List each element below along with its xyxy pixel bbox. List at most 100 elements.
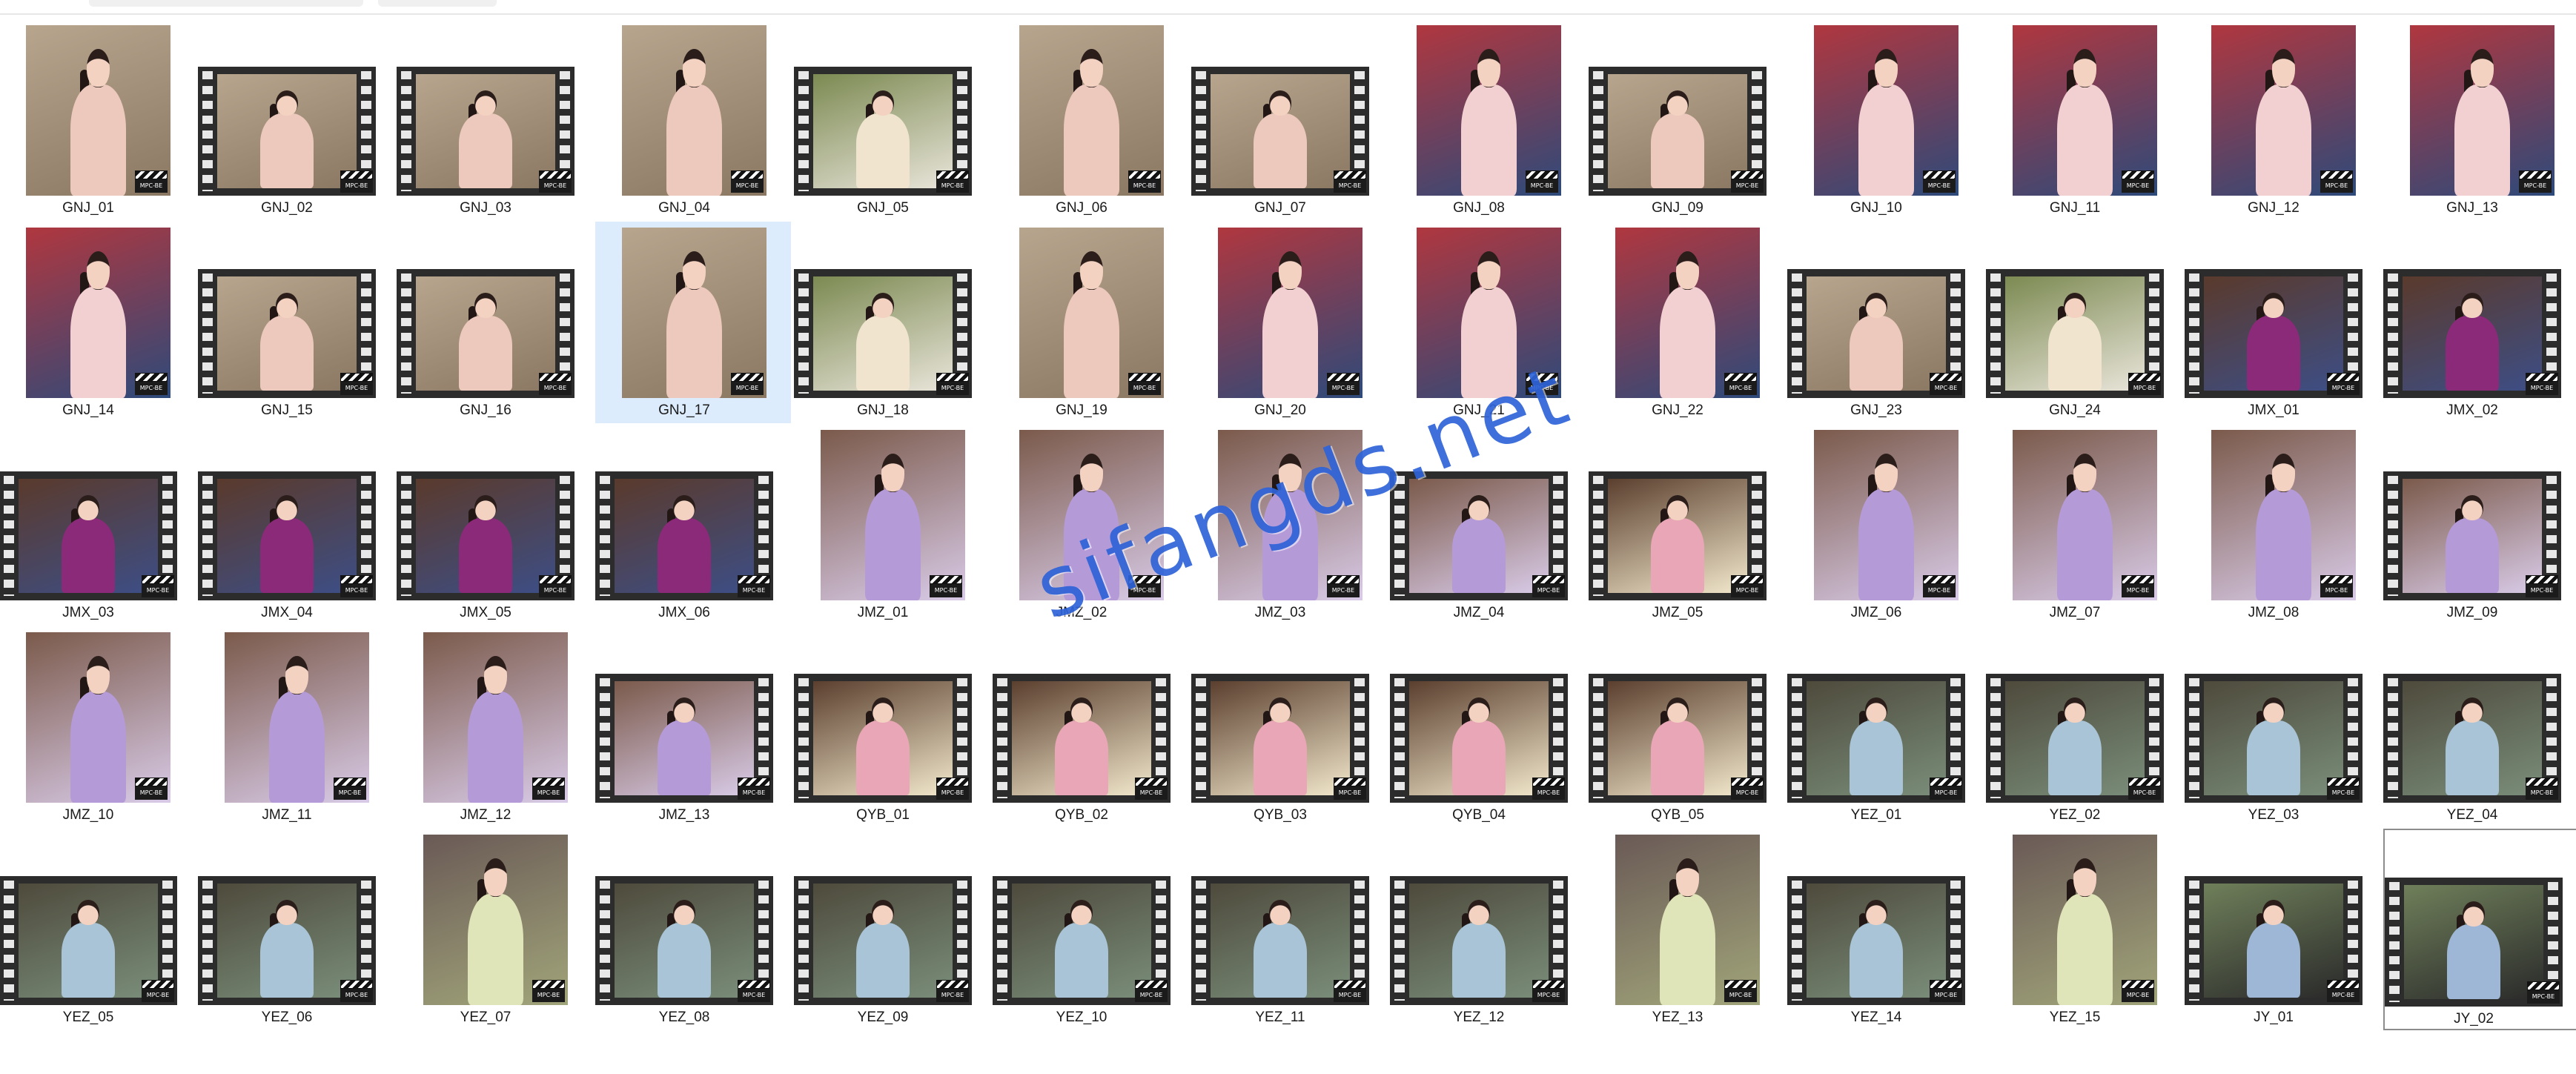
file-item[interactable]: MPC-BE GNJ_11: [1986, 19, 2182, 221]
file-item[interactable]: MPC-BE YEZ_05: [0, 829, 195, 1030]
file-item[interactable]: MPC-BE GNJ_07: [1191, 19, 1387, 221]
file-item[interactable]: MPC-BE GNJ_14: [0, 222, 195, 423]
file-name-label: GNJ_05: [857, 200, 909, 216]
clapper-stripes: [2122, 980, 2154, 989]
file-item[interactable]: MPC-BE GNJ_02: [198, 19, 394, 221]
file-item[interactable]: MPC-BE GNJ_15: [198, 222, 394, 423]
file-item[interactable]: MPC-BE QYB_03: [1191, 626, 1387, 828]
file-item[interactable]: MPC-BE YEZ_10: [993, 829, 1188, 1030]
file-item[interactable]: MPC-BE JMZ_08: [2185, 424, 2380, 626]
file-item[interactable]: MPC-BE JMZ_09: [2383, 424, 2576, 626]
file-item[interactable]: MPC-BE JMX_04: [198, 424, 394, 626]
person-figure: [2243, 899, 2305, 998]
clapperboard-icon: MPC-BE: [1724, 980, 1757, 1002]
file-item[interactable]: MPC-BE QYB_01: [794, 626, 990, 828]
file-item[interactable]: MPC-BE GNJ_08: [1390, 19, 1586, 221]
video-thumbnail-filmstrip: MPC-BE: [595, 674, 773, 803]
file-item[interactable]: MPC-BE JMZ_10: [0, 626, 195, 828]
file-item[interactable]: MPC-BE GNJ_01: [0, 19, 195, 221]
player-badge-text: MPC-BE: [1731, 179, 1764, 193]
file-item[interactable]: MPC-BE GNJ_24: [1986, 222, 2182, 423]
file-item[interactable]: MPC-BE GNJ_06: [993, 19, 1188, 221]
file-item[interactable]: MPC-BE JY_02: [2383, 829, 2576, 1030]
file-item[interactable]: MPC-BE GNJ_12: [2185, 19, 2380, 221]
clapperboard-icon: MPC-BE: [1327, 575, 1360, 597]
file-item[interactable]: MPC-BE GNJ_10: [1787, 19, 1983, 221]
player-badge-text: MPC-BE: [1135, 989, 1168, 1002]
file-item[interactable]: MPC-BE YEZ_09: [794, 829, 990, 1030]
file-item[interactable]: MPC-BE QYB_04: [1390, 626, 1586, 828]
toolbar-tab[interactable]: [89, 0, 363, 7]
player-badge-text: MPC-BE: [2519, 179, 2552, 193]
film-sprocket-holes: [798, 274, 809, 394]
file-item[interactable]: MPC-BE GNJ_16: [397, 222, 592, 423]
file-name-label: GNJ_16: [460, 402, 511, 418]
file-item[interactable]: MPC-BE JMZ_13: [595, 626, 791, 828]
file-item[interactable]: MPC-BE YEZ_04: [2383, 626, 2576, 828]
file-item[interactable]: MPC-BE JMX_02: [2383, 222, 2576, 423]
head-shape: [872, 697, 894, 723]
file-item[interactable]: MPC-BE JMZ_04: [1390, 424, 1586, 626]
file-item[interactable]: MPC-BE JY_01: [2185, 829, 2380, 1030]
thumbnail-frame: [2404, 885, 2543, 999]
file-item[interactable]: MPC-BE JMX_01: [2185, 222, 2380, 423]
file-item[interactable]: MPC-BE YEZ_13: [1589, 829, 1784, 1030]
file-item[interactable]: MPC-BE GNJ_22: [1589, 222, 1784, 423]
file-item[interactable]: MPC-BE JMZ_11: [198, 626, 394, 828]
file-item[interactable]: MPC-BE YEZ_06: [198, 829, 394, 1030]
file-item[interactable]: MPC-BE JMZ_03: [1191, 424, 1387, 626]
clapperboard-icon: MPC-BE: [2519, 170, 2552, 193]
file-item[interactable]: MPC-BE YEZ_07: [397, 829, 592, 1030]
head-shape: [2262, 899, 2285, 925]
head-shape: [1080, 251, 1103, 290]
person-figure: [1846, 697, 1907, 795]
file-item[interactable]: MPC-BE YEZ_15: [1986, 829, 2182, 1030]
file-item[interactable]: MPC-BE YEZ_02: [1986, 626, 2182, 828]
file-item[interactable]: MPC-BE YEZ_03: [2185, 626, 2380, 828]
file-name-label: QYB_05: [1651, 807, 1704, 823]
file-item[interactable]: MPC-BE JMZ_01: [794, 424, 990, 626]
file-item[interactable]: MPC-BE GNJ_18: [794, 222, 990, 423]
file-name-label: GNJ_06: [1056, 200, 1107, 216]
clapperboard-icon: MPC-BE: [2526, 778, 2558, 800]
file-item[interactable]: MPC-BE GNJ_09: [1589, 19, 1784, 221]
file-item[interactable]: MPC-BE JMZ_02: [993, 424, 1188, 626]
file-item[interactable]: MPC-BE YEZ_11: [1191, 829, 1387, 1030]
head-shape: [77, 899, 99, 925]
file-item[interactable]: MPC-BE YEZ_12: [1390, 829, 1586, 1030]
file-item[interactable]: MPC-BE GNJ_05: [794, 19, 990, 221]
person-figure: [1051, 697, 1113, 795]
costume-shape: [855, 720, 910, 795]
file-item[interactable]: MPC-BE GNJ_03: [397, 19, 592, 221]
file-item[interactable]: MPC-BE YEZ_14: [1787, 829, 1983, 1030]
file-item[interactable]: MPC-BE GNJ_21: [1390, 222, 1586, 423]
head-shape: [77, 494, 99, 520]
file-item[interactable]: MPC-BE JMX_05: [397, 424, 592, 626]
toolbar-tab[interactable]: [378, 0, 497, 7]
file-name-label: QYB_03: [1254, 807, 1307, 823]
file-item[interactable]: MPC-BE JMZ_12: [397, 626, 592, 828]
file-item[interactable]: MPC-BE JMZ_05: [1589, 424, 1784, 626]
thumbnail-scene: [615, 479, 754, 593]
costume-shape: [61, 518, 116, 593]
head-shape: [1269, 90, 1291, 116]
file-item[interactable]: MPC-BE QYB_02: [993, 626, 1188, 828]
file-name-label: GNJ_01: [62, 200, 114, 216]
clapper-stripes: [1532, 575, 1565, 584]
file-item[interactable]: MPC-BE GNJ_17: [595, 222, 791, 423]
head-shape: [1080, 49, 1103, 87]
file-item[interactable]: MPC-BE JMZ_07: [1986, 424, 2182, 626]
file-name-label: JMZ_11: [262, 807, 312, 823]
file-item[interactable]: MPC-BE GNJ_04: [595, 19, 791, 221]
file-item[interactable]: MPC-BE GNJ_19: [993, 222, 1188, 423]
file-item[interactable]: MPC-BE JMX_03: [0, 424, 195, 626]
file-item[interactable]: MPC-BE QYB_05: [1589, 626, 1784, 828]
file-item[interactable]: MPC-BE JMX_06: [595, 424, 791, 626]
file-item[interactable]: MPC-BE GNJ_20: [1191, 222, 1387, 423]
file-item[interactable]: MPC-BE GNJ_13: [2383, 19, 2576, 221]
file-item[interactable]: MPC-BE YEZ_08: [595, 829, 791, 1030]
file-item[interactable]: MPC-BE GNJ_23: [1787, 222, 1983, 423]
file-item[interactable]: MPC-BE YEZ_01: [1787, 626, 1983, 828]
file-item[interactable]: MPC-BE JMZ_06: [1787, 424, 1983, 626]
person-figure: [663, 251, 726, 398]
